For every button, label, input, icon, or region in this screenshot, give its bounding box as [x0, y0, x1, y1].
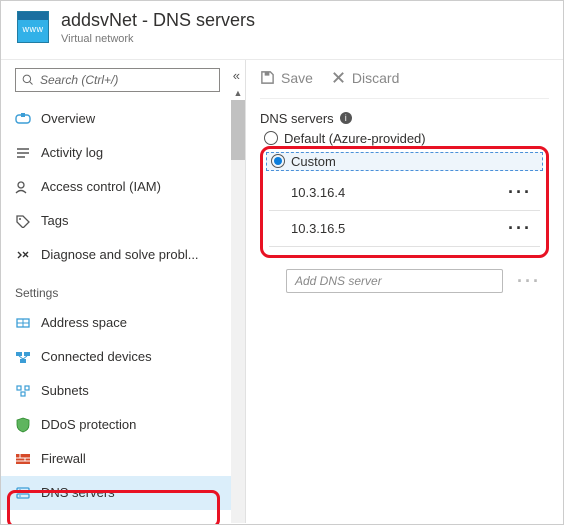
firewall-icon — [15, 451, 31, 467]
discard-label: Discard — [352, 70, 399, 86]
sidebar-item-label: Connected devices — [41, 349, 152, 364]
sidebar-item-overview[interactable]: Overview — [1, 102, 246, 136]
annotation-highlight: Custom 10.3.16.4 ··· 10.3.16.5 ··· — [260, 146, 549, 258]
save-icon — [260, 70, 275, 85]
discard-icon — [331, 70, 346, 85]
sidebar-item-diagnose[interactable]: Diagnose and solve probl... — [1, 238, 246, 272]
header: www addsvNet - DNS servers Virtual netwo… — [1, 1, 563, 60]
sidebar-item-address-space[interactable]: Address space — [1, 306, 246, 340]
ddos-icon — [15, 417, 31, 433]
tag-icon — [15, 213, 31, 229]
save-label: Save — [281, 70, 313, 86]
sidebar-item-label: Tags — [41, 213, 68, 228]
sidebar-item-label: Activity log — [41, 145, 103, 160]
sidebar-item-firewall[interactable]: Firewall — [1, 442, 246, 476]
sidebar-item-ddos[interactable]: DDoS protection — [1, 408, 246, 442]
radio-label: Custom — [291, 154, 336, 169]
overview-icon — [15, 111, 31, 127]
save-button[interactable]: Save — [260, 70, 313, 86]
sidebar-section-settings: Settings — [1, 272, 246, 306]
sidebar-item-label: DDoS protection — [41, 417, 136, 432]
dns-server-value: 10.3.16.5 — [291, 221, 345, 236]
radio-label: Default (Azure-provided) — [284, 131, 426, 146]
info-icon[interactable]: i — [340, 112, 352, 124]
sidebar-item-label: Subnets — [41, 383, 89, 398]
devices-icon — [15, 349, 31, 365]
add-dns-input[interactable]: Add DNS server — [286, 269, 503, 293]
sidebar-item-connected-devices[interactable]: Connected devices — [1, 340, 246, 374]
iam-icon — [15, 179, 31, 195]
search-placeholder: Search (Ctrl+/) — [40, 73, 118, 87]
dns-servers-label: DNS servers i — [260, 111, 549, 126]
toolbar: Save Discard — [260, 68, 549, 99]
resource-icon: www — [17, 11, 49, 43]
sidebar-item-label: Diagnose and solve probl... — [41, 247, 199, 262]
sidebar-item-subnets[interactable]: Subnets — [1, 374, 246, 408]
sidebar-item-activity-log[interactable]: Activity log — [1, 136, 246, 170]
sidebar-item-iam[interactable]: Access control (IAM) — [1, 170, 246, 204]
sidebar-item-label: Firewall — [41, 451, 86, 466]
radio-default[interactable]: Default (Azure-provided) — [260, 130, 549, 147]
collapse-icon[interactable]: « — [233, 68, 240, 83]
sidebar: Search (Ctrl+/) « Overview Activity log … — [1, 60, 246, 523]
main-panel: Save Discard DNS servers i Default (Azur… — [246, 60, 563, 523]
dns-server-row: 10.3.16.4 ··· — [269, 175, 540, 211]
sidebar-item-label: Overview — [41, 111, 95, 126]
page-title: addsvNet - DNS servers — [61, 11, 255, 31]
address-icon — [15, 315, 31, 331]
search-input[interactable]: Search (Ctrl+/) — [15, 68, 220, 92]
search-icon — [22, 74, 34, 86]
sidebar-item-dns-servers[interactable]: DNS servers — [1, 476, 246, 510]
sidebar-item-label: DNS servers — [41, 485, 115, 500]
radio-icon — [271, 154, 285, 168]
dns-server-row: 10.3.16.5 ··· — [269, 211, 540, 247]
resource-type: Virtual network — [61, 33, 255, 45]
radio-icon — [264, 131, 278, 145]
sidebar-item-label: Address space — [41, 315, 127, 330]
discard-button[interactable]: Discard — [331, 70, 399, 86]
log-icon — [15, 145, 31, 161]
sidebar-scrollbar[interactable]: ▲ — [231, 100, 245, 523]
add-dns-placeholder: Add DNS server — [295, 274, 382, 288]
diagnose-icon — [15, 247, 31, 263]
sidebar-item-label: Access control (IAM) — [41, 179, 161, 194]
dns-icon — [15, 485, 31, 501]
dns-server-value: 10.3.16.4 — [291, 185, 345, 200]
sidebar-item-tags[interactable]: Tags — [1, 204, 246, 238]
subnets-icon — [15, 383, 31, 399]
radio-custom[interactable]: Custom — [266, 152, 543, 171]
